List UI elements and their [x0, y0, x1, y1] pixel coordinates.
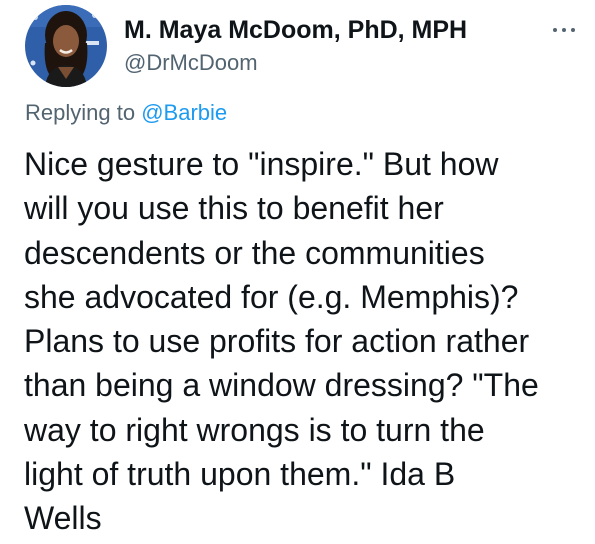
author-display-name[interactable]: M. Maya McDoom, PhD, MPH [124, 14, 467, 46]
tweet-text-line: Wells [24, 500, 102, 537]
tweet: M. Maya McDoom, PhD, MPH @DrMcDoom Reply… [0, 0, 595, 544]
tweet-text-line: descendents or the communities [24, 234, 485, 271]
reply-context-prefix: Replying to [25, 100, 136, 125]
reply-mention-link[interactable]: @Barbie [141, 100, 227, 125]
tweet-text-line: way to right wrongs is to turn the [24, 411, 485, 448]
more-options-icon[interactable] [548, 18, 580, 42]
tweet-text-line: she advocated for (e.g. Memphis)? [24, 278, 519, 315]
tweet-text-line: Nice gesture to "inspire." But how [24, 146, 499, 182]
author-info[interactable]: M. Maya McDoom, PhD, MPH @DrMcDoom [124, 14, 467, 78]
profile-photo-icon [25, 5, 107, 87]
author-avatar[interactable] [25, 5, 107, 87]
tweet-text-line: light of truth upon them." Ida B [24, 456, 456, 493]
tweet-text: Nice gesture to "inspire." But how will … [24, 142, 589, 541]
tweet-text-line: will you use this to benefit her [24, 190, 444, 227]
tweet-text-line: than being a window dressing? "The [24, 367, 539, 404]
tweet-text-line: Plans to use profits for action rather [24, 323, 530, 360]
author-handle[interactable]: @DrMcDoom [124, 48, 467, 78]
reply-context: Replying to @Barbie [25, 98, 227, 128]
